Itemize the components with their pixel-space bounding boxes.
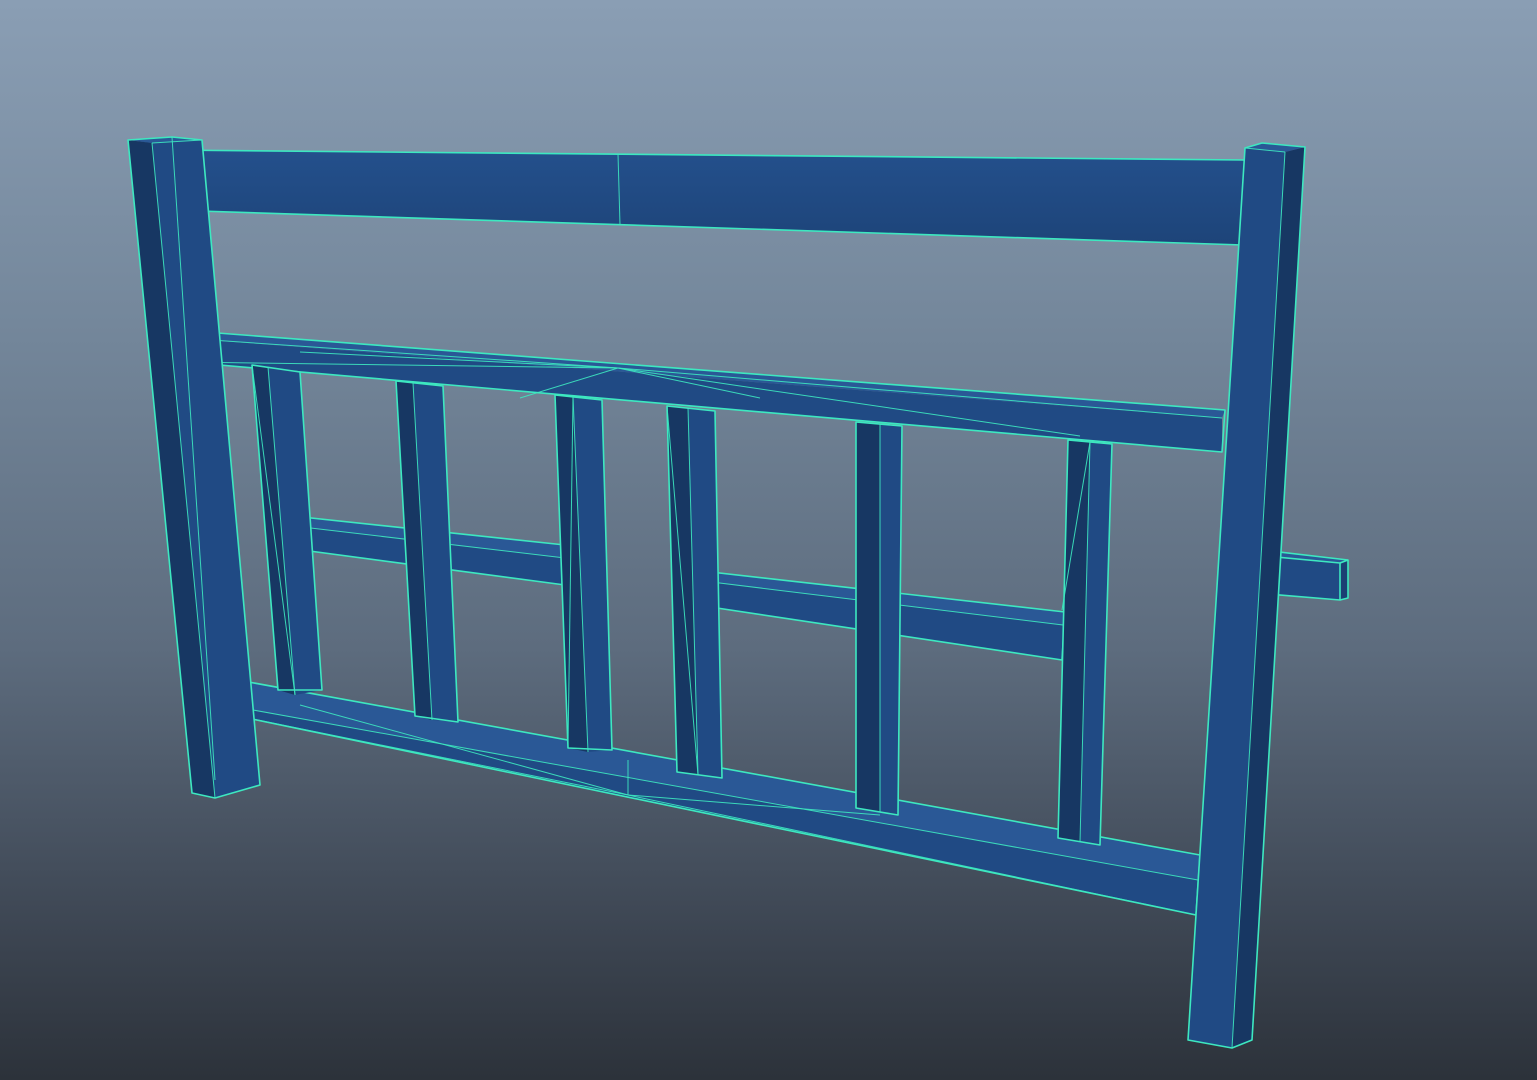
slat-6[interactable] [1057, 439, 1113, 846]
slat-2[interactable] [395, 380, 459, 723]
slat-3[interactable] [554, 394, 613, 753]
3d-viewport[interactable] [0, 0, 1537, 1080]
fence-mesh[interactable] [0, 0, 1537, 1080]
left-post[interactable] [127, 136, 261, 799]
slat-1[interactable] [251, 364, 323, 696]
slat-5[interactable] [855, 421, 903, 816]
top-rail[interactable] [164, 149, 1246, 246]
slat-4[interactable] [666, 405, 723, 779]
